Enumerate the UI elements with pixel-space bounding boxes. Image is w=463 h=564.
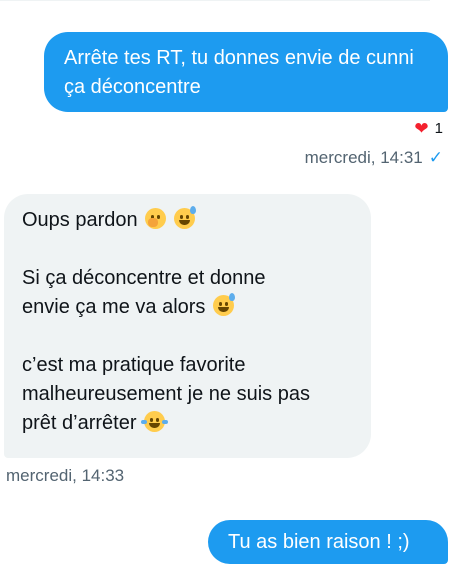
tears-of-joy-emoji: [141, 411, 169, 432]
grinning-sweat-emoji: [173, 206, 196, 229]
incoming-message-bubble[interactable]: Oups pardon Si ça déconcentre et donne e…: [4, 194, 371, 458]
message-text: Tu as bien raison ! ;): [228, 531, 410, 553]
message-meta: mercredi, 14:31 ✓: [305, 148, 443, 168]
message-text: Arrête tes RT, tu donnes envie de cunni …: [64, 47, 414, 98]
message-paragraph: Si ça déconcentre et donne envie ça me v…: [22, 264, 353, 322]
heart-icon: ❤: [414, 119, 429, 138]
reaction-count: 1: [434, 120, 443, 137]
grinning-sweat-emoji: [212, 293, 235, 316]
message-paragraph: c’est ma pratique favorite malheureuseme…: [22, 351, 353, 438]
message-reaction[interactable]: ❤ 1: [414, 120, 443, 137]
message-paragraph: Oups pardon: [22, 206, 353, 235]
outgoing-message-bubble[interactable]: Arrête tes RT, tu donnes envie de cunni …: [44, 32, 448, 112]
top-divider: [0, 0, 430, 1]
outgoing-message-bubble[interactable]: Tu as bien raison ! ;): [208, 520, 448, 564]
message-timestamp: mercredi, 14:33: [6, 466, 125, 485]
check-icon: ✓: [428, 148, 443, 167]
hand-over-mouth-emoji: [145, 208, 167, 229]
message-text: Oups pardon: [22, 209, 138, 231]
message-timestamp: mercredi, 14:31: [304, 148, 423, 167]
